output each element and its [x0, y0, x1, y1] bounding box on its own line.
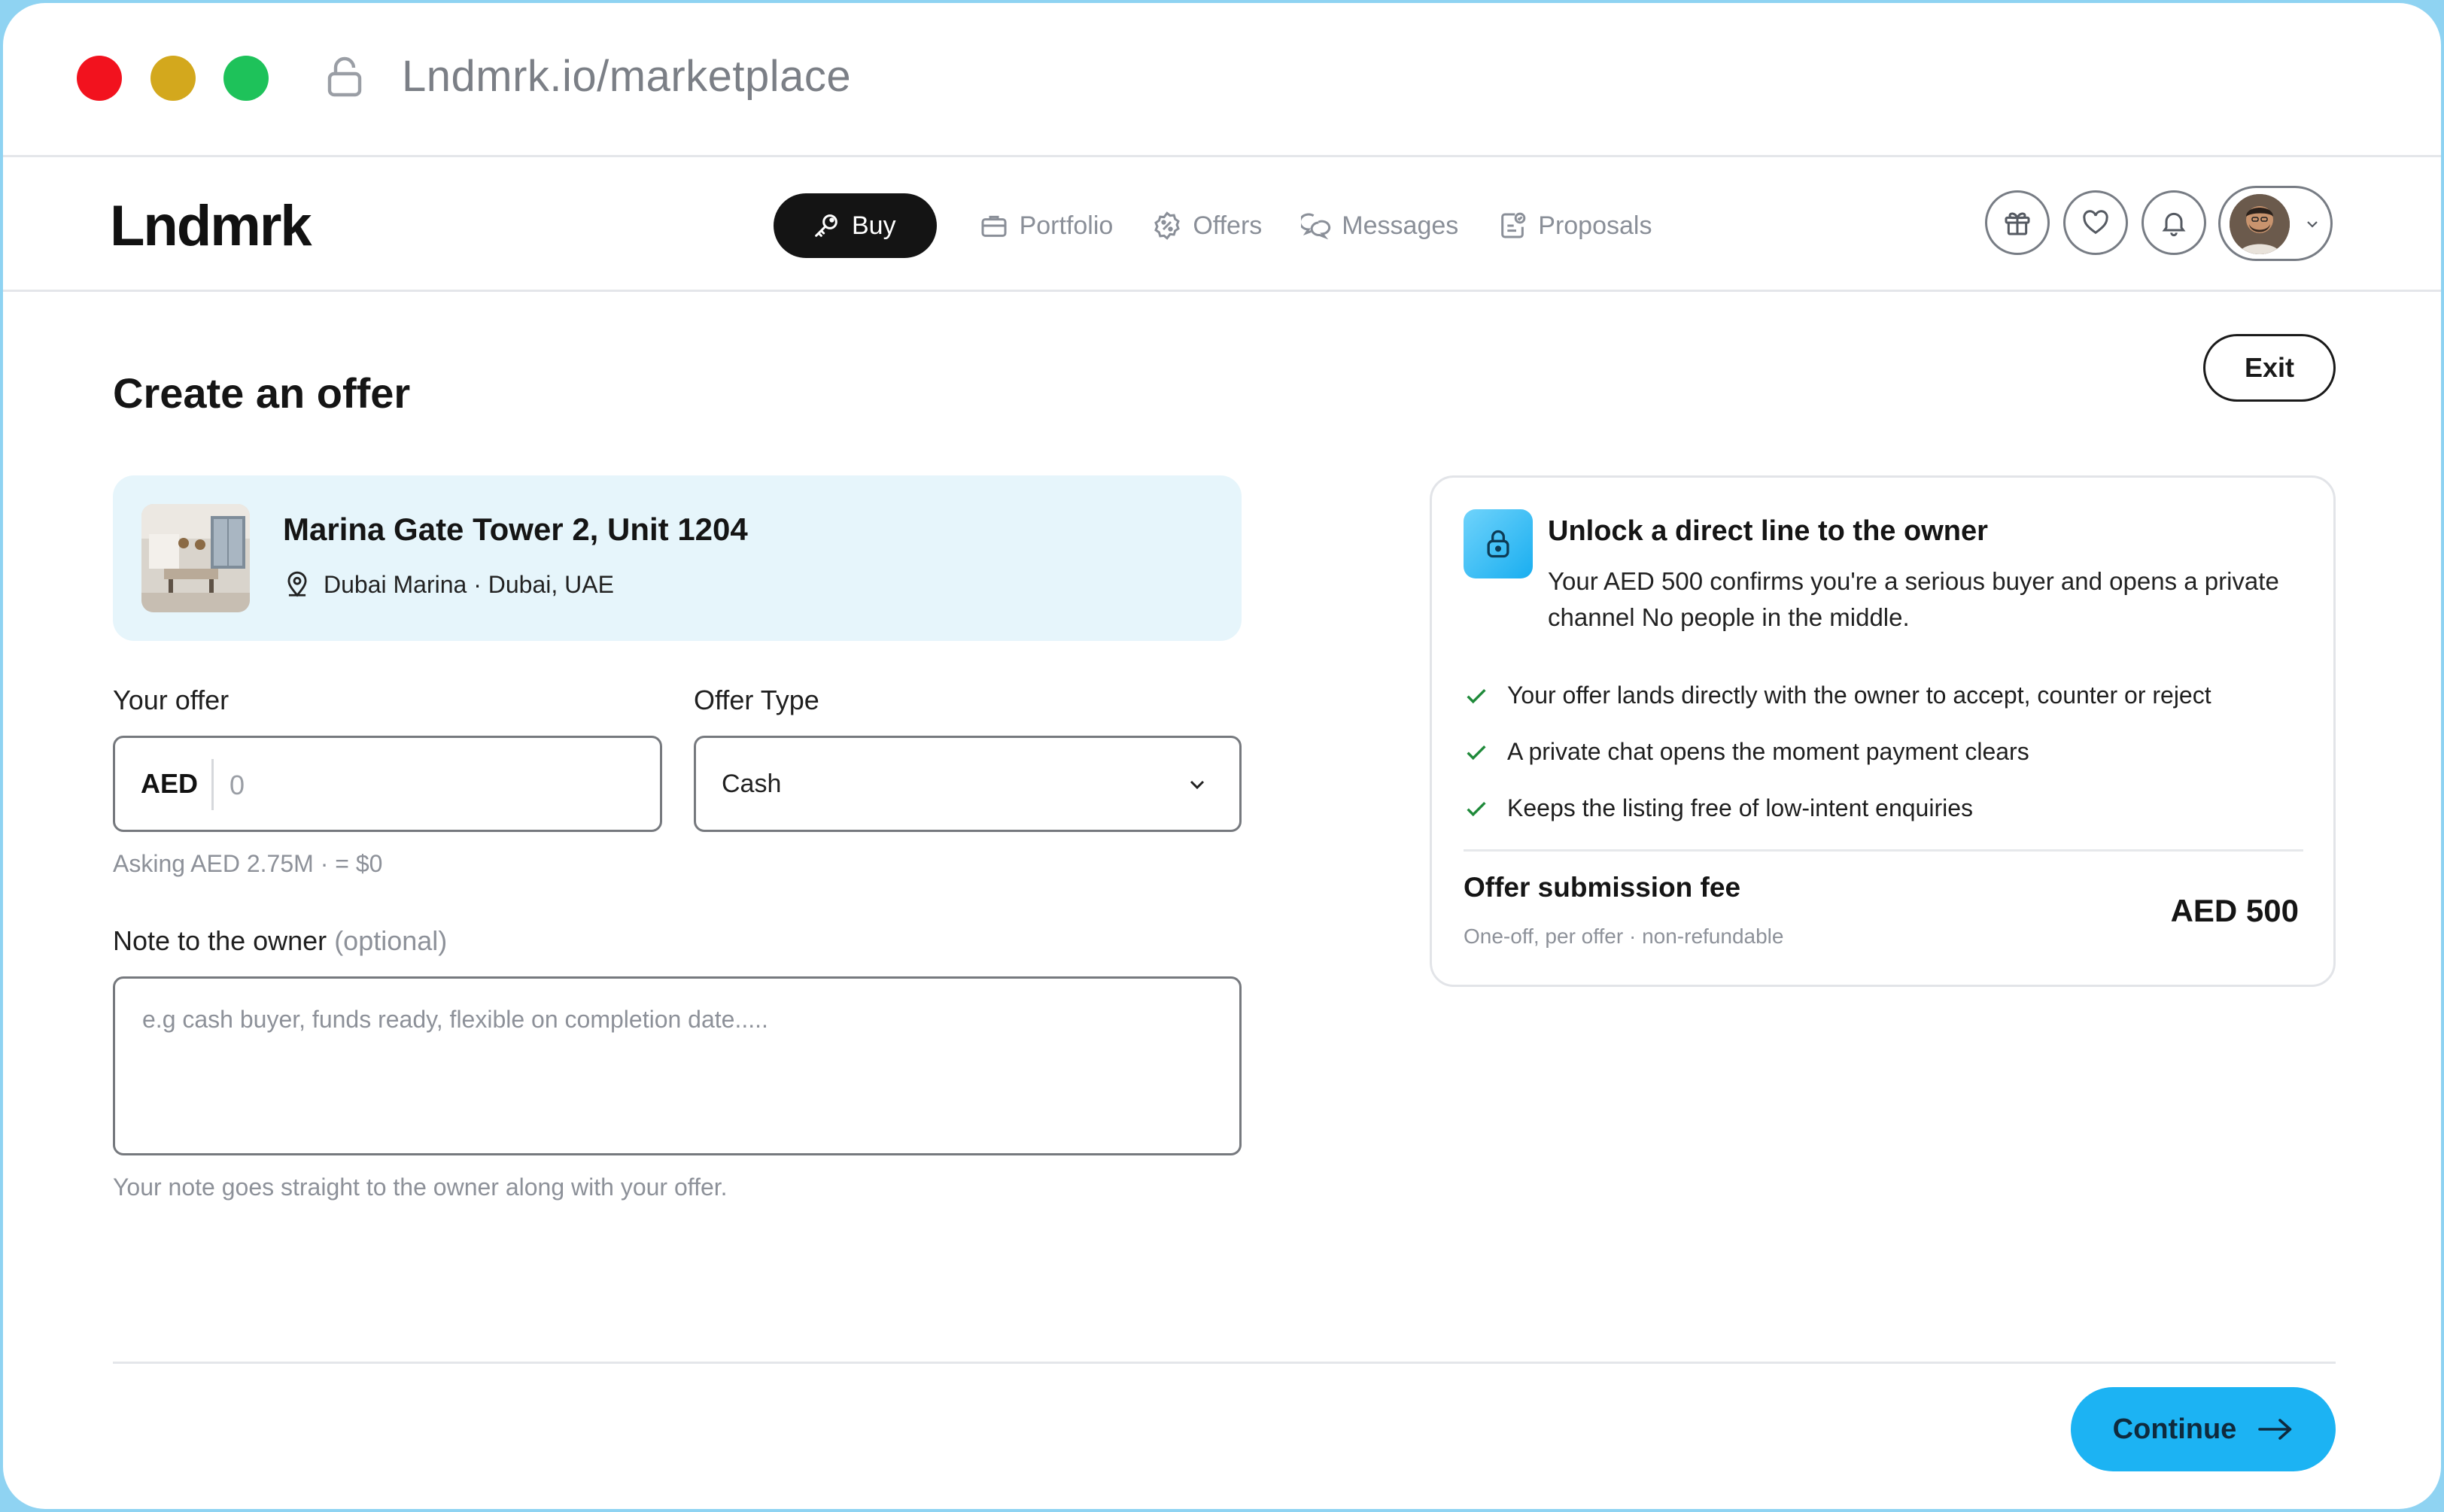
key-icon [815, 214, 837, 237]
gift-icon [2005, 212, 2030, 235]
bell-icon [2162, 212, 2186, 237]
property-card: Marina Gate Tower 2, Unit 1204 Dubai Mar… [113, 475, 1242, 641]
currency-label: AED [141, 768, 199, 799]
heart-icon [2083, 210, 2108, 235]
continue-button[interactable]: Continue [2071, 1387, 2336, 1471]
offer-amount-input[interactable] [228, 756, 637, 815]
benefit-text: Your offer lands directly with the owner… [1507, 682, 2211, 709]
offer-type-label: Offer Type [694, 685, 819, 715]
percent-badge-icon [1154, 211, 1181, 240]
browser-window: Lndmrk.io/marketplace Lndmrk Buy Portfol… [3, 3, 2441, 1509]
note-textarea[interactable] [141, 1004, 1212, 1135]
brand-logo[interactable]: Lndmrk [110, 193, 312, 259]
nav-buy[interactable]: Buy [774, 193, 937, 258]
footer-divider [113, 1362, 2336, 1364]
chevron-down-icon [2307, 221, 2318, 228]
nav-portfolio[interactable]: Portfolio [979, 193, 1114, 258]
notifications-button[interactable] [2142, 190, 2206, 255]
benefit-text: A private chat opens the moment payment … [1507, 738, 2029, 765]
benefit-text: Keeps the listing free of low-intent enq… [1507, 794, 1974, 821]
property-thumbnail [141, 504, 250, 612]
fee-terms: One-off, per offer · non-refundable [1464, 925, 1784, 948]
app-header: Lndmrk Buy Portfolio Offers Messages Pro… [3, 157, 2441, 292]
chevron-down-icon [1190, 780, 1205, 790]
avatar [2230, 194, 2290, 254]
benefits-list: Your offer lands directly with the owner… [1464, 667, 2211, 836]
briefcase-icon [981, 215, 1007, 237]
main-nav: Buy Portfolio Offers Messages Proposals [774, 193, 1691, 258]
note-hint: Your note goes straight to the owner alo… [113, 1173, 728, 1201]
note-optional-label: (optional) [334, 925, 448, 956]
checkmark-icon [1467, 688, 1486, 703]
arrow-right-icon [2258, 1419, 2292, 1440]
browser-chrome: Lndmrk.io/marketplace [3, 3, 2441, 157]
benefit-item: Your offer lands directly with the owner… [1464, 667, 2211, 724]
card-divider [1464, 849, 2303, 852]
nav-messages[interactable]: Messages [1301, 193, 1458, 258]
checkmark-icon [1467, 745, 1486, 760]
nav-proposals-label: Proposals [1538, 211, 1652, 240]
benefit-item: Keeps the listing free of low-intent enq… [1464, 780, 2211, 836]
fee-amount: AED 500 [2170, 893, 2299, 928]
favorites-button[interactable] [2063, 190, 2128, 255]
exit-button[interactable]: Exit [2203, 334, 2336, 402]
offer-amount-field[interactable]: AED [113, 736, 662, 832]
card-description: Your AED 500 confirms you're a serious b… [1548, 567, 2279, 631]
page-title: Create an offer [113, 369, 411, 417]
offer-amount-label: Your offer [113, 685, 230, 715]
nav-offers-label: Offers [1193, 211, 1263, 240]
lock-badge [1464, 509, 1533, 578]
nav-offers[interactable]: Offers [1152, 193, 1262, 258]
asking-price-hint: Asking AED 2.75M · = $0 [113, 850, 383, 877]
rewards-button[interactable] [1985, 190, 2050, 255]
continue-label: Continue [2112, 1413, 2237, 1445]
map-pin-icon [287, 571, 307, 597]
benefit-item: A private chat opens the moment payment … [1464, 724, 2211, 780]
padlock-icon [327, 56, 362, 97]
property-title: Marina Gate Tower 2, Unit 1204 [283, 512, 748, 547]
lock-icon [1487, 530, 1509, 558]
note-label: Note to the owner (optional) [113, 925, 447, 957]
address-bar[interactable]: Lndmrk.io/marketplace [402, 51, 851, 102]
chat-bubbles-icon [1301, 213, 1331, 240]
offer-type-select[interactable]: Cash [694, 736, 1242, 832]
field-divider [211, 759, 214, 810]
property-location: Dubai Marina · Dubai, UAE [283, 570, 614, 599]
fee-label: Offer submission fee [1464, 872, 1741, 903]
nav-buy-label: Buy [852, 211, 896, 240]
offer-type-value: Cash [722, 770, 782, 798]
nav-proposals[interactable]: Proposals [1497, 193, 1652, 258]
note-field[interactable] [113, 976, 1242, 1155]
note-label-text: Note to the owner [113, 925, 327, 956]
card-title: Unlock a direct line to the owner [1548, 515, 1988, 547]
nav-messages-label: Messages [1342, 211, 1459, 240]
checkmark-icon [1467, 801, 1486, 816]
property-location-label: Dubai Marina · Dubai, UAE [324, 570, 614, 598]
document-check-icon [1501, 212, 1526, 238]
nav-portfolio-label: Portfolio [1019, 211, 1114, 240]
maximize-window-button[interactable] [223, 56, 269, 101]
profile-menu[interactable] [2218, 186, 2333, 261]
minimize-window-button[interactable] [150, 56, 196, 101]
owner-access-card: Unlock a direct line to the owner Your A… [1430, 475, 2336, 987]
close-window-button[interactable] [77, 56, 122, 101]
